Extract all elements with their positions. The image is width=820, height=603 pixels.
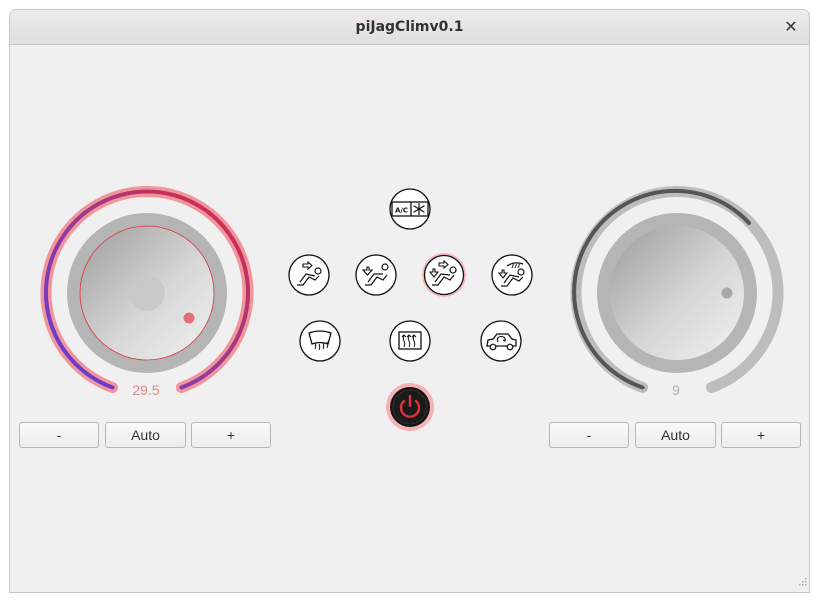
- fan-speed-value: 9: [672, 382, 680, 398]
- airflow-windshield-feet-icon: [491, 254, 533, 296]
- temp-auto-button[interactable]: Auto: [105, 422, 186, 448]
- fan-knob[interactable]: [569, 185, 785, 401]
- ac-snowflake-icon: A/C: [389, 188, 431, 230]
- airflow-face-feet-button[interactable]: [421, 252, 467, 298]
- rear-defrost-button[interactable]: [388, 319, 432, 363]
- front-defrost-button[interactable]: [298, 319, 342, 363]
- airflow-feet-button[interactable]: [354, 253, 398, 297]
- airflow-feet-icon: [355, 254, 397, 296]
- fan-plus-button[interactable]: +: [721, 422, 801, 448]
- power-icon: [386, 383, 434, 431]
- front-defrost-icon: [299, 320, 341, 362]
- airflow-face-icon: [288, 254, 330, 296]
- airflow-windshield-feet-button[interactable]: [490, 253, 534, 297]
- knob-indicator-dot: [183, 312, 195, 324]
- fan-auto-button[interactable]: Auto: [635, 422, 716, 448]
- fan-knob-indicator-dot: [721, 287, 733, 299]
- temperature-value: 29.5: [132, 382, 160, 398]
- close-icon[interactable]: ✕: [781, 17, 801, 37]
- ac-label: A/C: [395, 207, 408, 215]
- window-title: piJagClimv0.1: [355, 19, 464, 35]
- fan-minus-button[interactable]: -: [549, 422, 629, 448]
- airflow-face-feet-icon: [422, 253, 466, 297]
- ac-button[interactable]: A/C: [388, 187, 432, 231]
- recirculation-icon: [480, 320, 522, 362]
- title-bar[interactable]: piJagClimv0.1 ✕: [10, 10, 809, 45]
- temp-minus-button[interactable]: -: [19, 422, 99, 448]
- app-window: piJagClimv0.1 ✕ 29.5 - Auto + 9 - Auto +…: [9, 9, 810, 593]
- rear-defrost-icon: [389, 320, 431, 362]
- temperature-knob[interactable]: [39, 185, 255, 401]
- power-button[interactable]: [385, 382, 435, 432]
- knob-center: [129, 275, 165, 311]
- resize-grip[interactable]: [797, 571, 807, 590]
- airflow-face-button[interactable]: [287, 253, 331, 297]
- recirculation-button[interactable]: [479, 319, 523, 363]
- temp-plus-button[interactable]: +: [191, 422, 271, 448]
